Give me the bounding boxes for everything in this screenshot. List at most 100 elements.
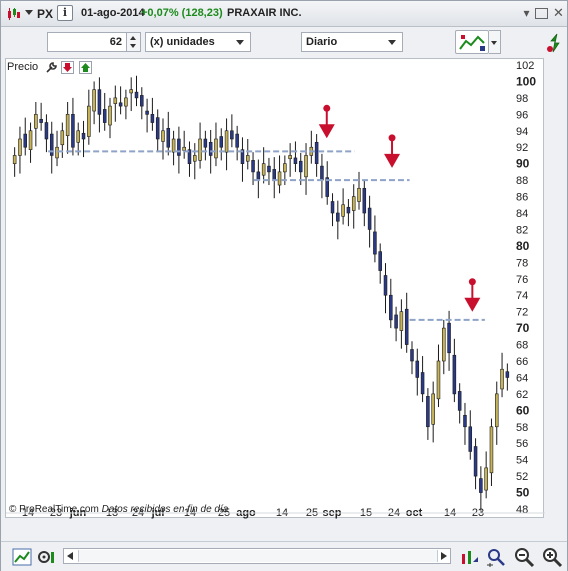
candle-body bbox=[452, 354, 457, 395]
candle-body bbox=[494, 393, 499, 428]
chart-canvas[interactable]: 48 50 52 54 56 58 60 62 64 66 68 70 72 74 76 78 80 82 84 86… bbox=[6, 59, 545, 519]
y-tick-label: 88 bbox=[516, 175, 528, 187]
candle-body bbox=[457, 391, 462, 411]
candle-body bbox=[198, 138, 202, 161]
candle-body bbox=[304, 155, 308, 178]
candle-body bbox=[140, 95, 144, 107]
candle-body bbox=[118, 102, 123, 107]
candle-body bbox=[468, 426, 473, 452]
candle-body bbox=[219, 136, 224, 148]
copyright-text: © ProRealTime.com bbox=[9, 504, 99, 515]
maximize-icon[interactable] bbox=[535, 8, 548, 19]
chart-toolbar: 62 (x) unidades Diario bbox=[1, 27, 567, 57]
candle-body bbox=[447, 322, 451, 354]
wrench-icon[interactable] bbox=[45, 61, 58, 74]
chart-tools-dropdown[interactable] bbox=[489, 30, 501, 54]
scroll-left-icon[interactable] bbox=[67, 552, 73, 560]
candle-body bbox=[442, 327, 446, 362]
candle-body bbox=[426, 396, 430, 428]
quantity-stepper[interactable] bbox=[127, 32, 141, 52]
candle-body bbox=[351, 196, 356, 211]
candle-body bbox=[267, 165, 271, 173]
candlestick-logo-icon bbox=[8, 8, 20, 20]
candle-body bbox=[224, 130, 229, 153]
zoom-in-icon[interactable] bbox=[541, 546, 563, 568]
y-tick-label: 62 bbox=[516, 389, 528, 401]
zoom-out-icon[interactable] bbox=[513, 546, 535, 568]
y-tick-label: 80 bbox=[516, 239, 530, 253]
candle-body bbox=[28, 130, 33, 150]
candle-body bbox=[108, 105, 112, 126]
y-tick-label: 98 bbox=[516, 93, 528, 105]
sell-signal-arrow bbox=[464, 278, 481, 312]
y-tick-label: 100 bbox=[516, 74, 536, 88]
candle-body bbox=[362, 188, 367, 214]
candle-body bbox=[298, 160, 303, 173]
y-tick-label: 92 bbox=[516, 142, 528, 154]
symbol-label[interactable]: PX bbox=[37, 7, 53, 21]
info-icon[interactable]: i bbox=[57, 5, 73, 21]
candle-body bbox=[182, 146, 186, 151]
symbol-dropdown-icon[interactable] bbox=[25, 10, 33, 15]
scroll-thumb[interactable] bbox=[78, 550, 438, 562]
candle-body bbox=[288, 155, 292, 160]
unit-select[interactable]: (x) unidades bbox=[145, 32, 251, 52]
candle-body bbox=[357, 188, 361, 202]
candle-body bbox=[177, 138, 181, 156]
price-change: +0,07% (128,23) bbox=[141, 7, 223, 19]
up-arrow-indicator-icon[interactable] bbox=[79, 61, 92, 74]
candle-body bbox=[479, 478, 483, 493]
candle-body bbox=[150, 114, 155, 123]
period-select[interactable]: Diario bbox=[301, 32, 403, 52]
candle-body bbox=[505, 371, 510, 378]
candle-body bbox=[81, 132, 86, 140]
y-tick-label: 54 bbox=[516, 455, 528, 467]
y-tick-label: 82 bbox=[516, 224, 528, 236]
candle-body bbox=[166, 128, 171, 148]
y-tick-label: 102 bbox=[516, 60, 534, 72]
zoom-fit-icon[interactable] bbox=[485, 546, 507, 568]
scroll-right-icon[interactable] bbox=[441, 552, 447, 560]
candle-body bbox=[76, 130, 80, 143]
candle-body bbox=[293, 157, 298, 164]
candle-body bbox=[463, 414, 467, 428]
candle-body bbox=[330, 201, 335, 214]
chart-window: PX i 01-ago-2014 +0,07% (128,23) PRAXAIR… bbox=[0, 0, 568, 571]
candle-body bbox=[383, 275, 388, 296]
candle-body bbox=[193, 155, 197, 162]
candle-body bbox=[261, 163, 266, 176]
close-icon[interactable]: ✕ bbox=[551, 6, 566, 21]
price-chart[interactable]: 48 50 52 54 56 58 60 62 64 66 68 70 72 74 76 78 80 82 84 86… bbox=[5, 58, 545, 519]
y-tick-label: 56 bbox=[516, 438, 528, 450]
copyright-note: © ProRealTime.com Datos recibidos en fin… bbox=[9, 504, 228, 515]
candle-body bbox=[399, 311, 404, 331]
arrows-icon[interactable] bbox=[545, 31, 565, 55]
candle-body bbox=[71, 114, 75, 148]
candle-body bbox=[431, 393, 435, 425]
candle-body bbox=[208, 141, 213, 156]
candle-body bbox=[336, 212, 340, 222]
candle-body bbox=[230, 130, 234, 140]
down-arrow-indicator-icon[interactable] bbox=[61, 61, 74, 74]
candle-body bbox=[277, 171, 282, 186]
candle-body bbox=[55, 146, 59, 159]
quantity-input[interactable]: 62 bbox=[47, 32, 127, 52]
replay-icon[interactable] bbox=[459, 546, 481, 568]
candle-body bbox=[415, 360, 420, 378]
quote-date: 01-ago-2014 bbox=[81, 7, 145, 19]
candle-body bbox=[256, 171, 261, 181]
candle-body bbox=[314, 141, 319, 164]
chart-tools-icon[interactable] bbox=[455, 30, 489, 54]
candle-body bbox=[87, 105, 91, 137]
candle-body bbox=[389, 294, 393, 321]
indicator-settings-icon[interactable] bbox=[35, 546, 57, 568]
candle-body bbox=[367, 207, 372, 230]
minimize-icon[interactable]: ▾ bbox=[519, 6, 534, 21]
candle-body bbox=[60, 130, 65, 146]
sell-signal-arrow bbox=[384, 134, 401, 168]
candle-body bbox=[245, 155, 250, 162]
candle-body bbox=[341, 204, 345, 217]
time-scrollbar[interactable] bbox=[63, 548, 451, 564]
chart-type-icon[interactable] bbox=[11, 546, 33, 568]
sell-signal-arrow bbox=[318, 104, 335, 139]
